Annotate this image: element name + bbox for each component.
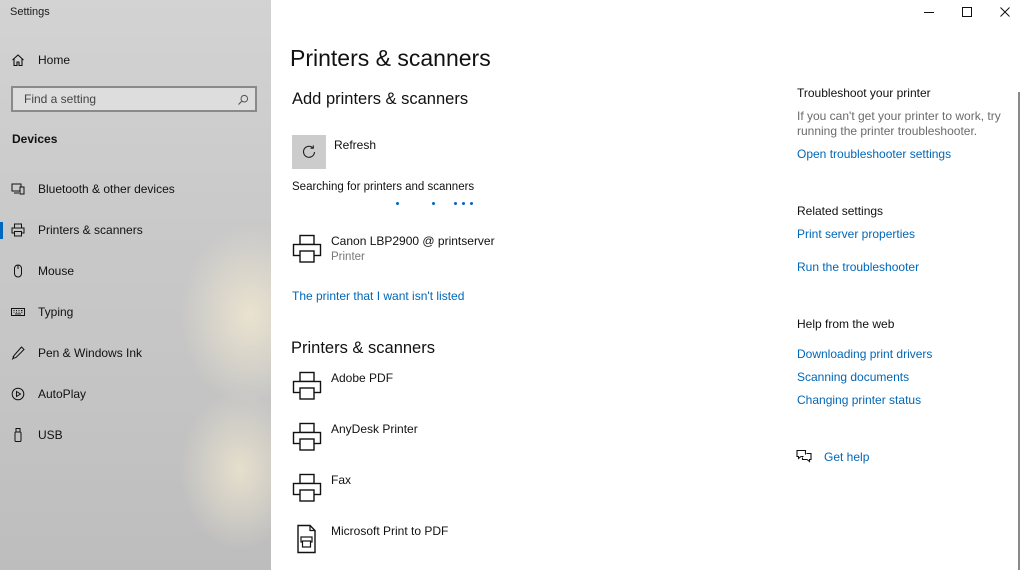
sidebar-item-label: Printers & scanners xyxy=(38,223,143,237)
selection-indicator xyxy=(0,222,3,239)
sidebar-item-label: AutoPlay xyxy=(38,387,87,401)
app-title: Settings xyxy=(10,6,50,18)
bluetooth-devices-icon xyxy=(11,182,25,196)
sidebar-item-mouse[interactable]: Mouse xyxy=(0,254,271,288)
progress-dot xyxy=(470,202,473,205)
pdf-printer-icon xyxy=(292,524,322,554)
device-name: Canon LBP2900 @ printserver xyxy=(331,234,495,248)
close-icon xyxy=(1000,7,1010,17)
related-settings-heading: Related settings xyxy=(797,204,884,218)
mouse-icon xyxy=(11,264,25,278)
get-help-link[interactable]: Get help xyxy=(824,450,869,464)
search-input[interactable] xyxy=(22,91,236,107)
minimize-icon xyxy=(924,12,934,13)
downloading-drivers-link[interactable]: Downloading print drivers xyxy=(797,347,932,361)
open-troubleshooter-link[interactable]: Open troubleshooter settings xyxy=(797,147,951,161)
search-icon[interactable] xyxy=(237,93,249,111)
refresh-button[interactable] xyxy=(292,135,326,169)
scrollbar[interactable] xyxy=(1018,92,1020,570)
printer-name: Microsoft Print to PDF xyxy=(331,524,449,538)
help-web-heading: Help from the web xyxy=(797,317,895,331)
progress-dot xyxy=(396,202,399,205)
printer-name: AnyDesk Printer xyxy=(331,422,418,436)
printer-icon xyxy=(292,371,322,401)
print-server-properties-link[interactable]: Print server properties xyxy=(797,227,915,241)
maximize-icon xyxy=(962,7,972,17)
page-title: Printers & scanners xyxy=(290,45,491,71)
home-icon xyxy=(11,53,25,67)
sidebar-item-typing[interactable]: Typing xyxy=(0,295,271,329)
section-label-devices: Devices xyxy=(12,132,58,146)
keyboard-icon xyxy=(11,305,25,319)
progress-dot xyxy=(462,202,465,205)
sidebar-item-label: Pen & Windows Ink xyxy=(38,346,143,360)
pen-icon xyxy=(11,346,25,360)
printer-item[interactable]: AnyDesk Printer xyxy=(292,422,612,462)
search-box[interactable] xyxy=(11,86,257,112)
sidebar-item-printers[interactable]: Printers & scanners xyxy=(0,213,271,247)
sidebar-item-autoplay[interactable]: AutoPlay xyxy=(0,377,271,411)
progress-dot xyxy=(454,202,457,205)
get-help-icon[interactable] xyxy=(796,449,812,468)
printer-icon xyxy=(292,234,322,264)
run-troubleshooter-link[interactable]: Run the troubleshooter xyxy=(797,260,919,274)
autoplay-icon xyxy=(11,387,25,401)
device-type: Printer xyxy=(331,251,365,263)
printer-item[interactable]: Fax xyxy=(292,473,612,513)
printer-status-link[interactable]: Changing printer status xyxy=(797,393,921,407)
printer-name: Fax xyxy=(331,473,352,487)
add-section-title: Add printers & scanners xyxy=(292,90,469,108)
close-button[interactable] xyxy=(986,0,1024,24)
printer-icon xyxy=(292,422,322,452)
printer-icon xyxy=(292,473,322,503)
refresh-icon xyxy=(302,145,316,158)
printer-item[interactable]: Adobe PDF xyxy=(292,371,612,411)
printer-name: Adobe PDF xyxy=(331,371,394,385)
minimize-button[interactable] xyxy=(910,0,948,24)
sidebar-item-label: Mouse xyxy=(38,264,75,278)
progress-dot xyxy=(432,202,435,205)
sidebar-item-label: Home xyxy=(38,53,71,67)
sidebar: Settings Home Devices Bluetooth & other … xyxy=(0,0,271,570)
troubleshoot-heading: Troubleshoot your printer xyxy=(797,86,931,100)
sidebar-item-usb[interactable]: USB xyxy=(0,418,271,452)
sidebar-item-label: USB xyxy=(38,428,63,442)
window-controls xyxy=(910,0,1024,26)
printer-item[interactable]: Microsoft Print to PDF xyxy=(292,524,612,564)
printers-section-title: Printers & scanners xyxy=(291,339,435,357)
sidebar-item-home[interactable]: Home xyxy=(0,44,271,76)
sidebar-item-pen[interactable]: Pen & Windows Ink xyxy=(0,336,271,370)
printer-icon xyxy=(11,223,25,237)
printer-not-listed-link[interactable]: The printer that I want isn't listed xyxy=(292,289,464,303)
sidebar-item-bluetooth[interactable]: Bluetooth & other devices xyxy=(0,172,271,206)
refresh-label[interactable]: Refresh xyxy=(334,138,376,152)
usb-icon xyxy=(11,428,25,442)
sidebar-item-label: Typing xyxy=(38,305,74,319)
troubleshoot-description: If you can't get your printer to work, t… xyxy=(797,109,1001,138)
maximize-button[interactable] xyxy=(948,0,986,24)
sidebar-item-label: Bluetooth & other devices xyxy=(38,182,175,196)
found-device-item[interactable]: Canon LBP2900 @ printserver Printer xyxy=(292,234,612,274)
scanning-documents-link[interactable]: Scanning documents xyxy=(797,370,909,384)
searching-status: Searching for printers and scanners xyxy=(292,181,475,193)
